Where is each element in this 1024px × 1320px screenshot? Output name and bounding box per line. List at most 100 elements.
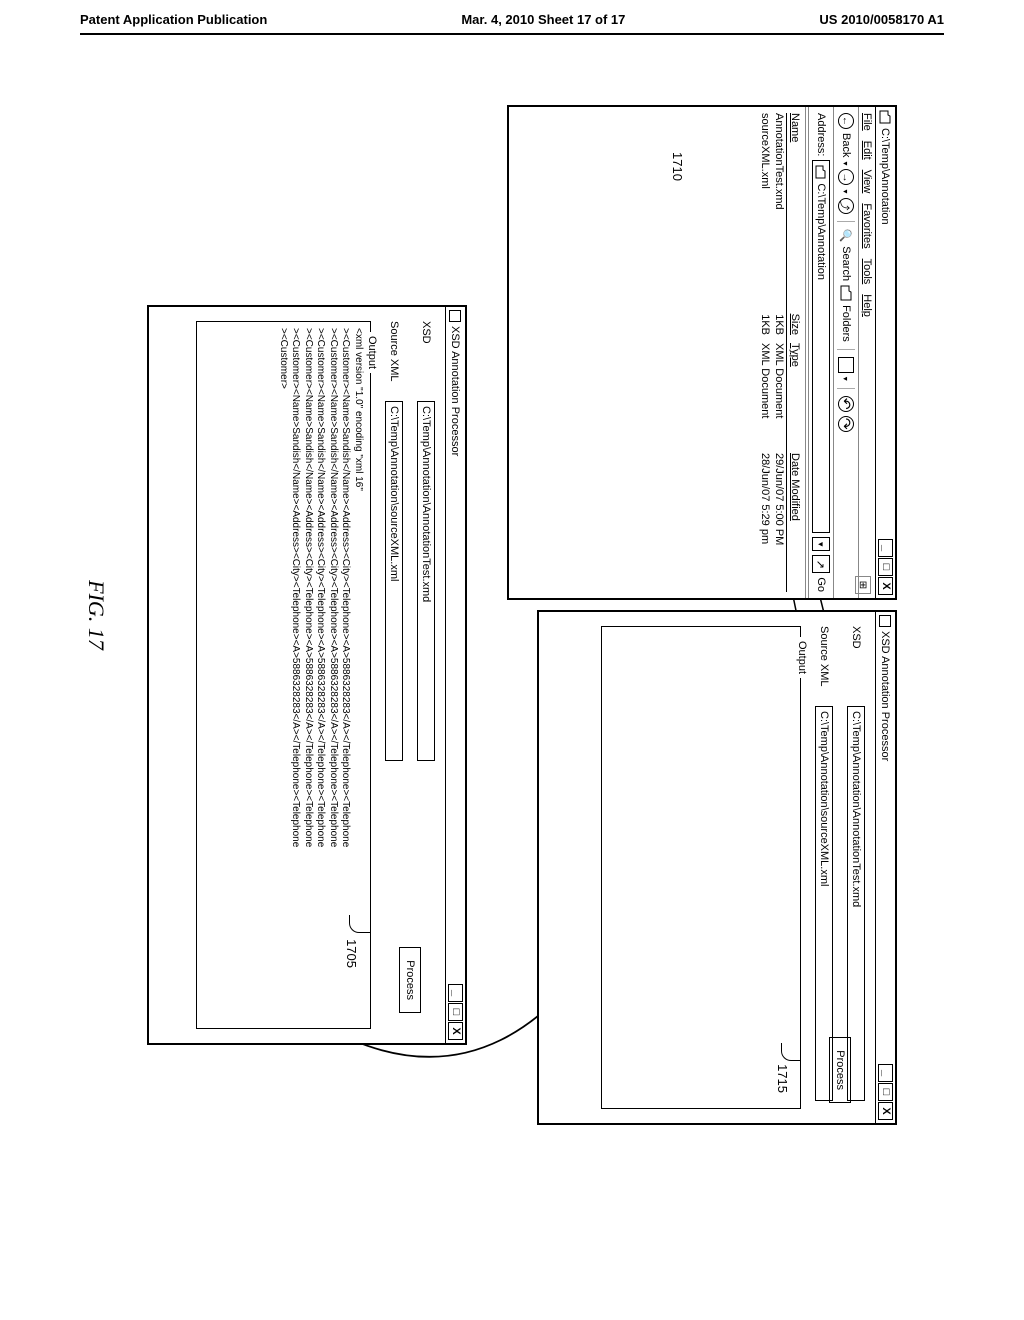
processor-titlebar: XSD Annotation Processor _ □ X — [445, 307, 465, 1043]
menu-tools[interactable]: Tools — [861, 259, 873, 285]
close-button[interactable]: X — [448, 1022, 463, 1040]
folders-label[interactable]: Folders — [840, 305, 852, 342]
xsd-label: XSD — [850, 626, 862, 706]
folders-icon[interactable] — [840, 285, 852, 301]
output-label: Output — [366, 332, 378, 373]
back-label[interactable]: Back — [840, 133, 852, 157]
menu-favorites[interactable]: Favorites — [861, 203, 873, 248]
address-input[interactable]: C:\Temp\Annotation — [812, 160, 830, 533]
address-value: C:\Temp\Annotation — [815, 183, 827, 280]
source-xml-label: Source XML — [388, 321, 400, 401]
back-dropdown-icon[interactable]: ▾ — [842, 161, 851, 165]
header-right: US 2010/0058170 A1 — [819, 12, 944, 27]
header-left: Patent Application Publication — [80, 12, 267, 27]
file-size: 1KB — [759, 293, 771, 343]
view-mode-button[interactable] — [838, 357, 854, 373]
address-bar: Address: C:\Temp\Annotation ▾ ↗ Go — [808, 107, 833, 598]
xsd-input[interactable]: C:\Temp\Annotation\AnnotationTest.xmd — [417, 401, 435, 761]
maximize-button[interactable]: □ — [448, 1003, 463, 1021]
figure-area: C:\Temp\Annotation _ □ X ⊞ File Edit Vie… — [120, 65, 904, 1165]
ref-1710: 1710 — [670, 152, 685, 181]
process-button[interactable]: Process — [829, 1037, 851, 1103]
minimize-button[interactable]: _ — [878, 1064, 893, 1082]
menu-edit[interactable]: Edit — [861, 141, 873, 160]
explorer-window: C:\Temp\Annotation _ □ X ⊞ File Edit Vie… — [507, 105, 897, 600]
search-icon[interactable]: 🔍 — [840, 229, 853, 243]
explorer-toolbar: ← Back ▾ → ▾ ⤴ 🔍 Search Folders ▾ ↶ ↷ — [833, 107, 858, 598]
window-buttons: _ □ X — [878, 539, 893, 595]
up-icon[interactable]: ⤴ — [838, 198, 854, 214]
maximize-button[interactable]: □ — [878, 558, 893, 576]
close-button[interactable]: X — [878, 577, 893, 595]
source-xml-input[interactable]: C:\Temp\Annotation\sourceXML.xml — [385, 401, 403, 761]
app-icon — [880, 615, 892, 627]
source-xml-row: Source XML C:\Temp\Annotation\sourceXML.… — [385, 321, 403, 1029]
window-buttons: _ □ X — [878, 1064, 893, 1120]
figure-label: FIG. 17 — [83, 580, 109, 650]
toolbar-separator — [837, 221, 855, 222]
output-box: Output — [601, 626, 801, 1109]
processor-window-before: XSD Annotation Processor _ □ X XSD C:\Te… — [537, 610, 897, 1125]
menu-file[interactable]: File — [861, 113, 873, 131]
minimize-button[interactable]: _ — [448, 984, 463, 1002]
address-label: Address: — [815, 113, 827, 156]
processor-window-after: XSD Annotation Processor _ □ X XSD C:\Te… — [147, 305, 467, 1045]
file-name: AnnotationTest.xmd — [773, 113, 785, 293]
address-dropdown-icon[interactable]: ▾ — [812, 537, 830, 551]
output-text: <xml version "1.0" encoding "xml 16" ><C… — [277, 328, 365, 1022]
process-button[interactable]: Process — [399, 947, 421, 1013]
file-name: sourceXML.xml — [759, 113, 771, 293]
xsd-label: XSD — [420, 321, 432, 401]
go-icon[interactable]: ↗ — [812, 555, 830, 573]
output-label: Output — [796, 637, 808, 678]
source-xml-value: C:\Temp\Annotation\sourceXML.xml — [388, 406, 400, 581]
col-type[interactable]: Type — [789, 343, 801, 453]
file-list: Name Size Type Date Modified AnnotationT… — [756, 107, 806, 598]
toolbar-separator-3 — [837, 388, 855, 389]
forward-icon[interactable]: → — [838, 169, 854, 185]
processor-titlebar: XSD Annotation Processor _ □ X — [875, 612, 895, 1123]
file-type: XML Document — [759, 343, 771, 453]
file-date: 29/Jun/07 5:00 PM — [773, 453, 785, 583]
window-buttons: _ □ X — [448, 984, 463, 1040]
header-center: Mar. 4, 2010 Sheet 17 of 17 — [461, 12, 625, 27]
address-folder-icon — [815, 165, 827, 179]
file-row[interactable]: sourceXML.xml 1KB XML Document 28/Jun/07… — [758, 113, 772, 592]
processor-body: XSD C:\Temp\Annotation\AnnotationTest.xm… — [186, 307, 445, 1043]
history-fwd-icon[interactable]: ↷ — [838, 416, 854, 432]
xsd-value: C:\Temp\Annotation\AnnotationTest.xmd — [420, 406, 432, 602]
folder-icon — [880, 110, 892, 124]
explorer-titlebar: C:\Temp\Annotation _ □ X — [875, 107, 895, 598]
file-list-header: Name Size Type Date Modified — [786, 113, 803, 592]
col-size[interactable]: Size — [789, 293, 801, 343]
view-dropdown-icon[interactable]: ▾ — [842, 377, 851, 381]
output-box: Output <xml version "1.0" encoding "xml … — [196, 321, 371, 1029]
back-icon[interactable]: ← — [838, 113, 854, 129]
processor-title: XSD Annotation Processor — [880, 631, 892, 1064]
source-xml-value: C:\Temp\Annotation\sourceXML.xml — [818, 711, 830, 886]
minimize-button[interactable]: _ — [878, 539, 893, 557]
source-xml-label: Source XML — [818, 626, 830, 706]
forward-dropdown-icon[interactable]: ▾ — [842, 189, 851, 193]
menu-help[interactable]: Help — [861, 294, 873, 317]
menu-view[interactable]: View — [861, 170, 873, 194]
processor-body: XSD C:\Temp\Annotation\AnnotationTest.xm… — [591, 612, 875, 1123]
app-icon — [450, 310, 462, 322]
col-name[interactable]: Name — [789, 113, 801, 293]
rotated-figure: C:\Temp\Annotation _ □ X ⊞ File Edit Vie… — [127, 105, 897, 1125]
file-type: XML Document — [773, 343, 785, 453]
xsd-row: XSD C:\Temp\Annotation\AnnotationTest.xm… — [417, 321, 435, 1029]
history-back-icon[interactable]: ↶ — [838, 396, 854, 412]
col-date[interactable]: Date Modified — [789, 453, 801, 583]
file-row[interactable]: AnnotationTest.xmd 1KB XML Document 29/J… — [772, 113, 786, 592]
close-button[interactable]: X — [878, 1102, 893, 1120]
search-label[interactable]: Search — [840, 246, 852, 281]
go-label[interactable]: Go — [815, 577, 827, 592]
xsd-value: C:\Temp\Annotation\AnnotationTest.xmd — [850, 711, 862, 907]
toolbar-separator-2 — [837, 349, 855, 350]
file-date: 28/Jun/07 5:29 pm — [759, 453, 771, 583]
page-header: Patent Application Publication Mar. 4, 2… — [0, 0, 1024, 31]
windows-logo-icon: ⊞ — [855, 576, 871, 594]
header-rule — [80, 33, 944, 35]
maximize-button[interactable]: □ — [878, 1083, 893, 1101]
